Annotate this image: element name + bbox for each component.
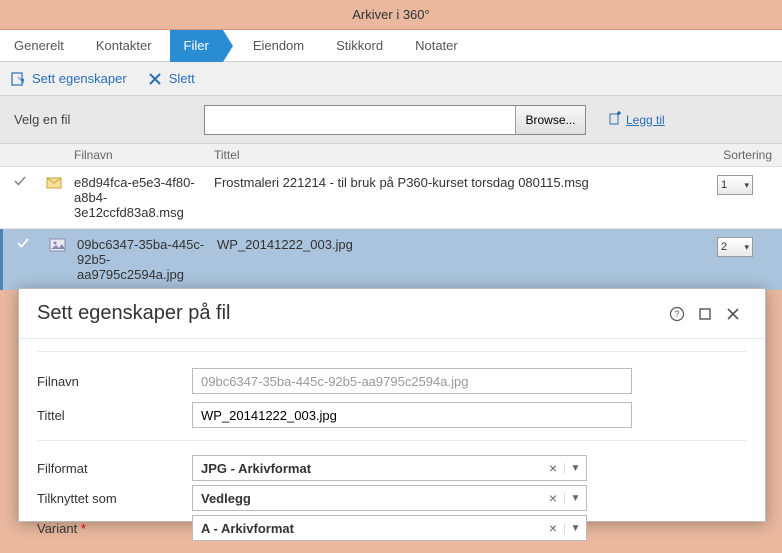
dialog-title: Sett egenskaper på fil	[37, 302, 663, 325]
filnavn-input	[192, 368, 632, 394]
tab-stikkord[interactable]: Stikkord	[322, 30, 397, 62]
add-icon	[608, 111, 622, 128]
delete-icon	[147, 71, 163, 87]
svg-text:?: ?	[674, 309, 679, 319]
cell-filnavn: e8d94fca-e5e3-4f80-a8b4-3e12ccfd83a8.msg	[70, 175, 210, 220]
delete-action[interactable]: Slett	[147, 71, 195, 87]
chevron-down-icon[interactable]: ▼	[564, 523, 586, 534]
action-bar: Sett egenskaper Slett	[0, 62, 782, 96]
table-row[interactable]: e8d94fca-e5e3-4f80-a8b4-3e12ccfd83a8.msg…	[0, 167, 782, 229]
field-label-filformat: Filformat	[37, 461, 182, 476]
field-label-tittel: Tittel	[37, 408, 182, 423]
grid-header: Filnavn Tittel Sortering	[0, 144, 782, 167]
tab-filer[interactable]: Filer	[170, 30, 223, 62]
browse-button[interactable]: Browse...	[515, 106, 585, 134]
clear-icon[interactable]: ×	[542, 490, 564, 506]
file-picker-row: Velg en fil Browse... Legg til	[0, 96, 782, 144]
clear-icon[interactable]: ×	[542, 520, 564, 536]
tilknyttet-value: Vedlegg	[193, 491, 542, 506]
variant-select[interactable]: A - Arkivformat × ▼	[192, 515, 587, 541]
chevron-down-icon: ▾	[744, 180, 749, 191]
col-header-sortering[interactable]: Sortering	[717, 148, 782, 162]
help-button[interactable]: ?	[663, 300, 691, 328]
table-row[interactable]: 09bc6347-35ba-445c-92b5-aa9795c2594a.jpg…	[0, 229, 782, 290]
variant-value: A - Arkivformat	[193, 521, 542, 536]
field-label-variant: Variant *	[37, 521, 182, 536]
sort-value: 2	[721, 241, 727, 253]
add-file-label: Legg til	[626, 113, 665, 127]
add-file-link[interactable]: Legg til	[608, 111, 665, 128]
cell-tittel: WP_20141222_003.jpg	[213, 237, 717, 252]
col-header-filnavn[interactable]: Filnavn	[70, 148, 210, 162]
tittel-input[interactable]	[192, 402, 632, 428]
clear-icon[interactable]: ×	[542, 460, 564, 476]
file-type-icon	[40, 175, 70, 191]
cell-tittel: Frostmaleri 221214 - til bruk på P360-ku…	[210, 175, 717, 190]
sort-select[interactable]: 1 ▾	[717, 175, 753, 195]
properties-dialog: Sett egenskaper på fil ? Filnavn Tittel …	[18, 288, 766, 522]
close-button[interactable]	[719, 300, 747, 328]
window-title: Arkiver i 360°	[352, 7, 429, 22]
field-label-filnavn: Filnavn	[37, 374, 182, 389]
set-properties-action[interactable]: Sett egenskaper	[10, 71, 127, 87]
file-type-icon	[43, 237, 73, 253]
cell-filnavn: 09bc6347-35ba-445c-92b5-aa9795c2594a.jpg	[73, 237, 213, 282]
chevron-down-icon[interactable]: ▼	[564, 463, 586, 474]
row-check[interactable]	[0, 175, 40, 187]
tab-kontakter[interactable]: Kontakter	[82, 30, 166, 62]
tab-bar: Generelt Kontakter Filer Eiendom Stikkor…	[0, 30, 782, 62]
set-properties-label: Sett egenskaper	[32, 71, 127, 86]
field-label-tilknyttet: Tilknyttet som	[37, 491, 182, 506]
file-picker-label: Velg en fil	[14, 112, 184, 127]
filformat-select[interactable]: JPG - Arkivformat × ▼	[192, 455, 587, 481]
tab-generelt[interactable]: Generelt	[0, 30, 78, 62]
filformat-value: JPG - Arkivformat	[193, 461, 542, 476]
tab-eiendom[interactable]: Eiendom	[239, 30, 318, 62]
row-check[interactable]	[3, 237, 43, 249]
tab-notater[interactable]: Notater	[401, 30, 472, 62]
maximize-button[interactable]	[691, 300, 719, 328]
col-header-tittel[interactable]: Tittel	[210, 148, 717, 162]
window-titlebar: Arkiver i 360°	[0, 0, 782, 30]
file-grid: Filnavn Tittel Sortering e8d94fca-e5e3-4…	[0, 144, 782, 290]
chevron-down-icon[interactable]: ▼	[564, 493, 586, 504]
sort-value: 1	[721, 179, 727, 191]
file-path-input[interactable]	[205, 106, 515, 134]
sort-select[interactable]: 2 ▾	[717, 237, 753, 257]
delete-label: Slett	[169, 71, 195, 86]
properties-icon	[10, 71, 26, 87]
tilknyttet-select[interactable]: Vedlegg × ▼	[192, 485, 587, 511]
chevron-down-icon: ▾	[744, 242, 749, 253]
